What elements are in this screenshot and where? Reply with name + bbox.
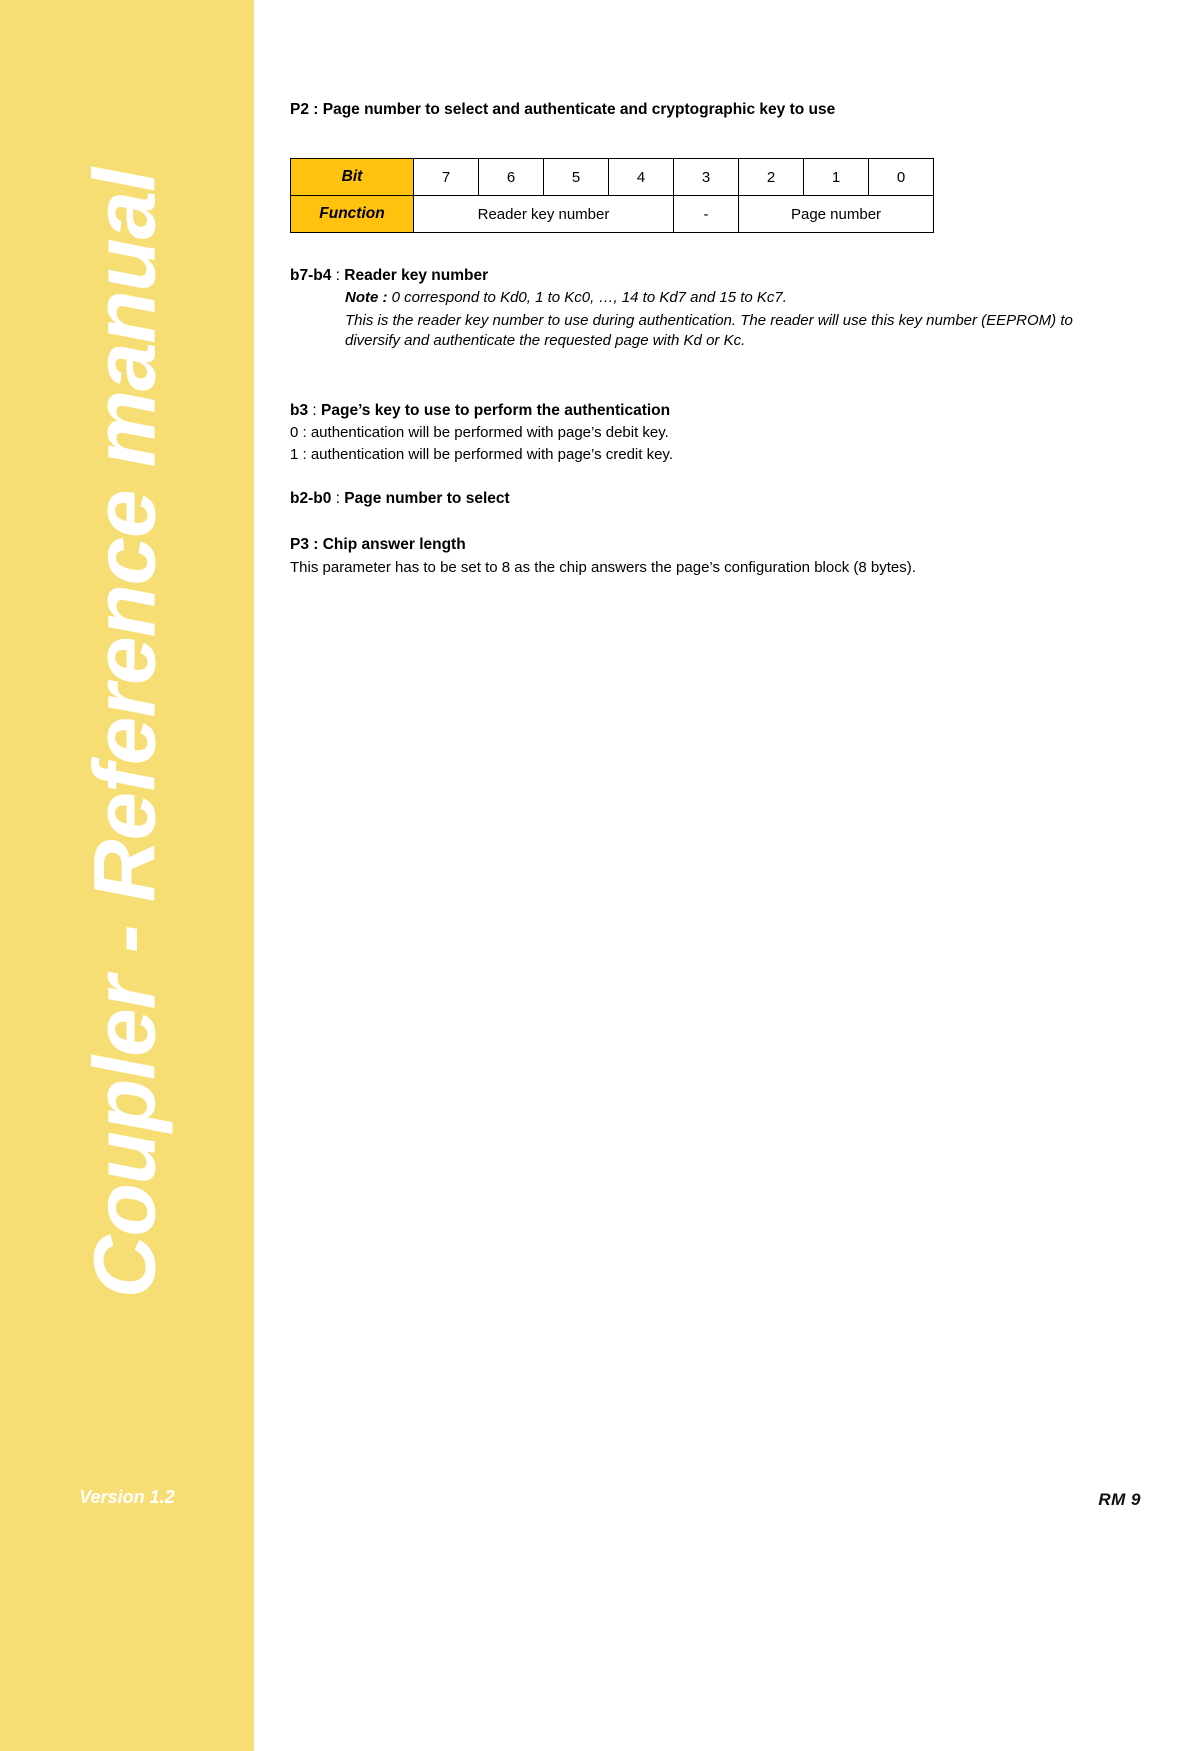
left-sidebar: Coupler - Reference manual Version 1.2 xyxy=(0,0,254,1751)
note-label: Note : xyxy=(345,289,388,306)
sidebar-vertical-title: Coupler - Reference manual xyxy=(76,168,174,1299)
b2-b0-heading-separator: : xyxy=(331,490,345,507)
bit-cell-6: 6 xyxy=(478,158,544,196)
b2-b0-heading-prefix: b2-b0 xyxy=(290,490,332,507)
p3-body: This parameter has to be set to 8 as the… xyxy=(290,559,916,576)
table-row-function: Function Reader key number - Page number xyxy=(290,195,934,233)
bit-cell-1: 1 xyxy=(803,158,869,196)
b7-b4-heading-prefix: b7-b4 xyxy=(290,267,332,284)
b3-option-line-1: 1 : authentication will be performed wit… xyxy=(290,446,673,463)
b7-b4-heading: b7-b4 : Reader key number xyxy=(290,266,488,285)
bit-cell-5: 5 xyxy=(543,158,609,196)
function-cell-reader-key-number: Reader key number xyxy=(413,195,674,233)
b3-heading: b3 : Page’s key to use to perform the au… xyxy=(290,401,670,420)
bit-row-label: Bit xyxy=(290,158,414,196)
bit-cell-2: 2 xyxy=(738,158,804,196)
b3-heading-prefix: b3 xyxy=(290,402,309,419)
p3-heading: P3 : Chip answer length xyxy=(290,536,466,553)
note-text: 0 correspond to Kd0, 1 to Kc0, …, 14 to … xyxy=(387,289,787,306)
bit-cell-7: 7 xyxy=(413,158,479,196)
function-cell-reserved: - xyxy=(673,195,739,233)
b7-b4-body-italic: This is the reader key number to use dur… xyxy=(345,312,1073,349)
bit-cell-4: 4 xyxy=(608,158,674,196)
p2-heading: P2 : Page number to select and authentic… xyxy=(290,101,836,118)
b3-heading-separator: : xyxy=(308,402,322,419)
function-row-label: Function xyxy=(290,195,414,233)
b7-b4-heading-text: Reader key number xyxy=(344,267,489,284)
bit-cell-0: 0 xyxy=(868,158,934,196)
b2-b0-heading: b2-b0 : Page number to select xyxy=(290,489,510,508)
b3-heading-text: Page’s key to use to perform the authent… xyxy=(321,402,671,419)
b7-b4-note-line: Note : 0 correspond to Kd0, 1 to Kc0, …,… xyxy=(345,288,1120,308)
sidebar-version-label: Version 1.2 xyxy=(79,1487,175,1507)
b2-b0-heading-text: Page number to select xyxy=(344,490,510,507)
b3-option-line-0: 0 : authentication will be performed wit… xyxy=(290,424,669,441)
b7-b4-heading-separator: : xyxy=(331,267,345,284)
document-content: P2 : Page number to select and authentic… xyxy=(290,0,1120,1751)
function-cell-page-number: Page number xyxy=(738,195,934,233)
bit-function-table: Bit 7 6 5 4 3 2 1 0 Function Reader key … xyxy=(290,158,934,233)
bit-cell-3: 3 xyxy=(673,158,739,196)
table-row-bit: Bit 7 6 5 4 3 2 1 0 xyxy=(290,158,934,196)
